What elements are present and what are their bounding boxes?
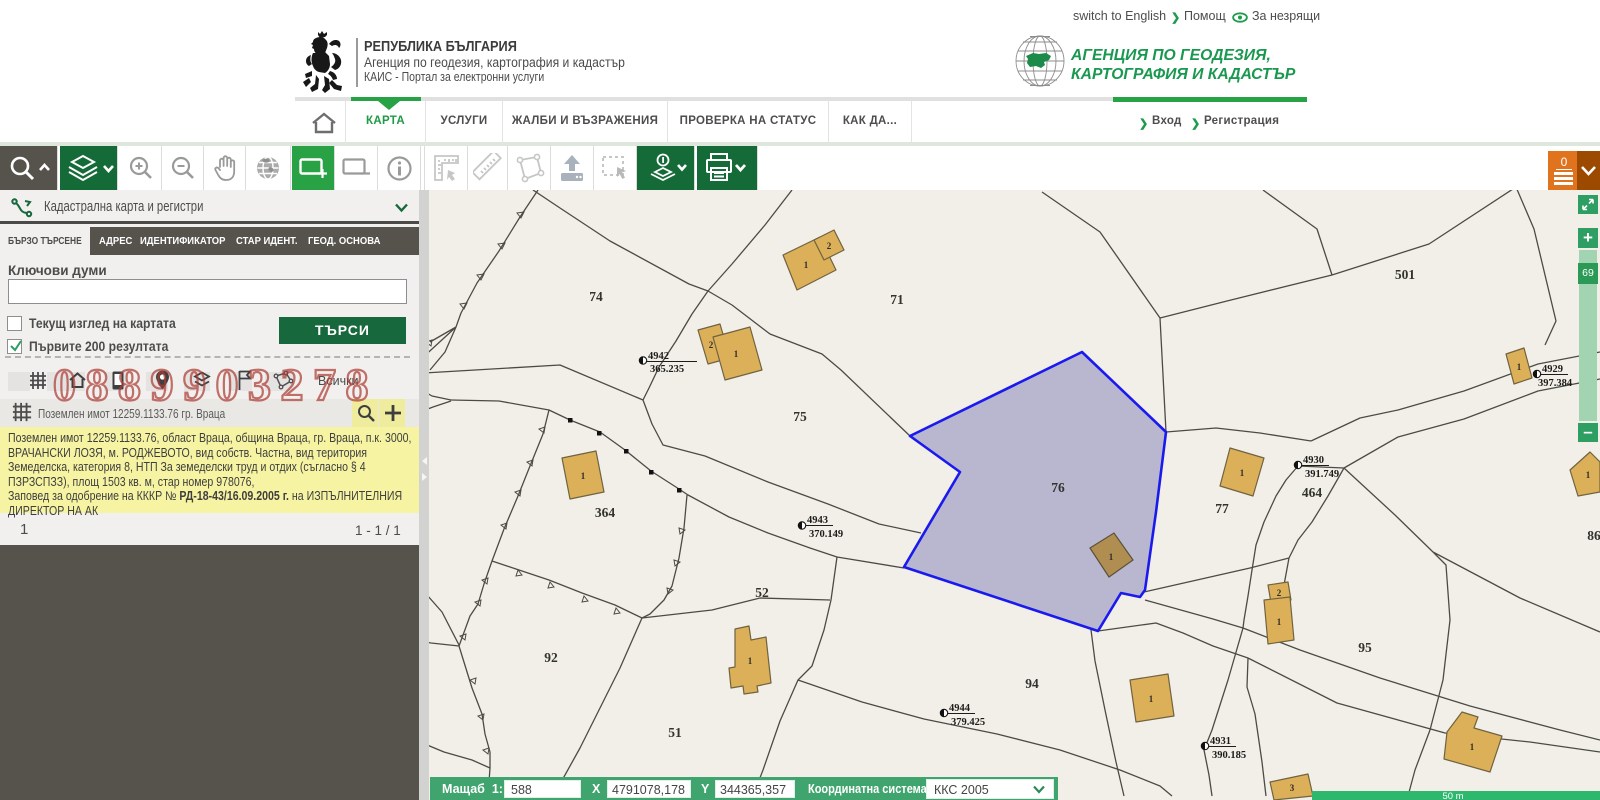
svg-text:1: 1 xyxy=(1277,617,1282,627)
svg-text:52: 52 xyxy=(755,585,769,600)
svg-text:1: 1 xyxy=(1470,742,1475,752)
svg-text:74: 74 xyxy=(589,289,603,304)
svg-text:2: 2 xyxy=(709,340,714,350)
svg-text:1: 1 xyxy=(804,260,809,270)
svg-text:95: 95 xyxy=(1358,640,1372,655)
svg-text:86: 86 xyxy=(1587,528,1600,543)
svg-text:51: 51 xyxy=(668,725,682,740)
svg-text:94: 94 xyxy=(1025,676,1039,691)
svg-text:391.749: 391.749 xyxy=(1305,469,1339,480)
svg-text:75: 75 xyxy=(793,409,807,424)
svg-text:365.235: 365.235 xyxy=(650,364,684,375)
svg-text:4942: 4942 xyxy=(648,351,669,362)
svg-text:1: 1 xyxy=(1517,362,1522,372)
svg-text:379.425: 379.425 xyxy=(951,717,985,728)
svg-text:4930: 4930 xyxy=(1303,455,1324,466)
svg-text:4943: 4943 xyxy=(807,515,828,526)
svg-text:1: 1 xyxy=(1109,552,1114,562)
svg-text:397.384: 397.384 xyxy=(1538,378,1573,389)
svg-text:1: 1 xyxy=(581,471,586,481)
svg-text:501: 501 xyxy=(1395,267,1416,282)
svg-text:1: 1 xyxy=(1586,470,1591,480)
svg-text:364: 364 xyxy=(595,505,616,520)
svg-text:2: 2 xyxy=(827,241,832,251)
svg-text:76: 76 xyxy=(1051,480,1065,495)
svg-text:1: 1 xyxy=(748,656,753,666)
svg-text:1: 1 xyxy=(1149,694,1154,704)
svg-text:4944: 4944 xyxy=(949,703,971,714)
svg-text:370.149: 370.149 xyxy=(809,529,843,540)
svg-text:464: 464 xyxy=(1302,485,1323,500)
svg-text:1: 1 xyxy=(734,349,739,359)
svg-text:390.185: 390.185 xyxy=(1212,750,1246,761)
svg-text:50 m: 50 m xyxy=(1442,791,1463,800)
svg-text:4929: 4929 xyxy=(1542,364,1563,375)
svg-text:4931: 4931 xyxy=(1210,736,1231,747)
svg-text:92: 92 xyxy=(544,650,558,665)
svg-text:2: 2 xyxy=(1277,588,1282,598)
svg-text:71: 71 xyxy=(890,292,904,307)
svg-text:1: 1 xyxy=(1240,468,1245,478)
svg-text:77: 77 xyxy=(1215,501,1229,516)
svg-text:3: 3 xyxy=(1290,783,1295,793)
